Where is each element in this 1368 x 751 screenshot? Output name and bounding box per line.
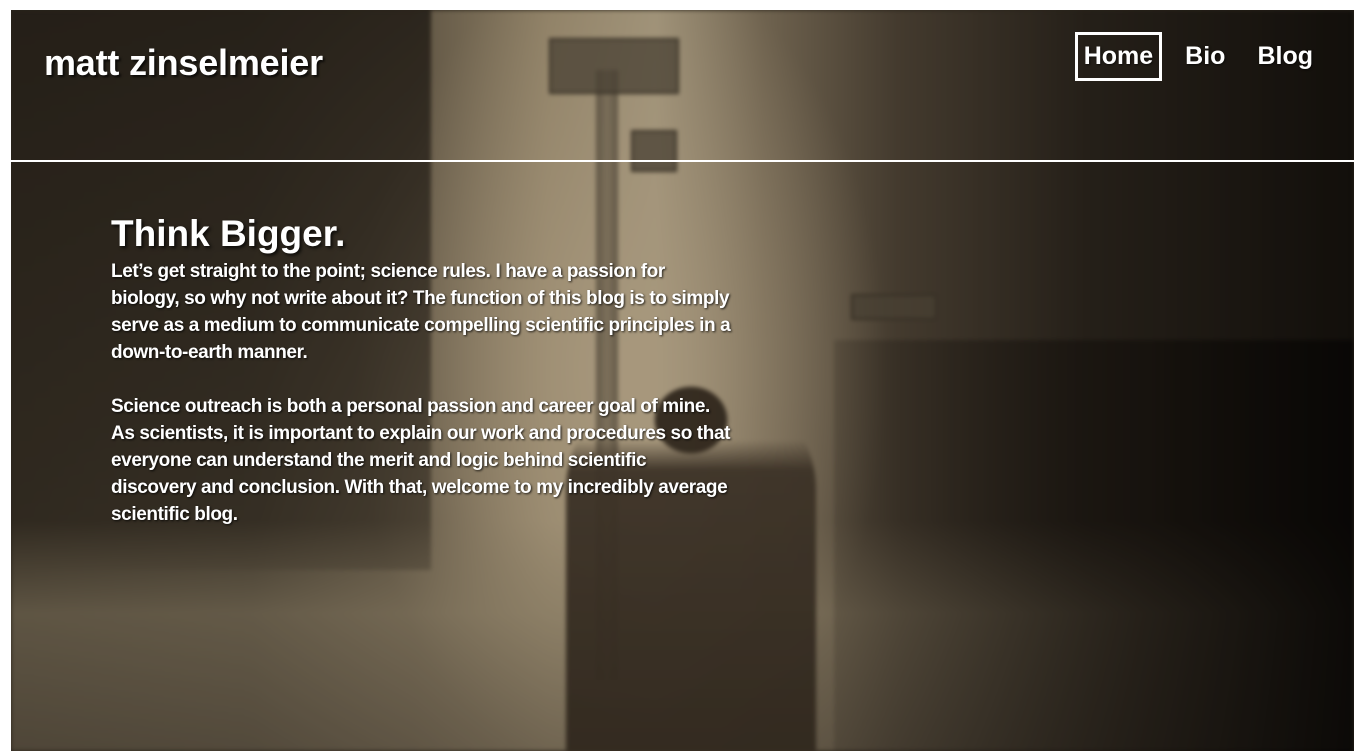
site-header: matt zinselmeier Home Bio Blog [11, 10, 1354, 162]
intro-paragraph: Science outreach is both a personal pass… [111, 396, 731, 525]
nav-bio-link[interactable]: Bio [1176, 32, 1234, 81]
intro-paragraph: Let’s get straight to the point; science… [111, 261, 731, 363]
intro-section: Think Bigger. Let’s get straight to the … [111, 210, 731, 555]
page: matt zinselmeier Home Bio Blog Think Big… [11, 10, 1354, 751]
nav-home-link[interactable]: Home [1074, 32, 1163, 81]
site-title[interactable]: matt zinselmeier [44, 42, 323, 84]
nav-blog-link[interactable]: Blog [1248, 32, 1322, 81]
intro-heading: Think Bigger. [111, 213, 346, 254]
main-nav: Home Bio Blog [1074, 32, 1322, 81]
